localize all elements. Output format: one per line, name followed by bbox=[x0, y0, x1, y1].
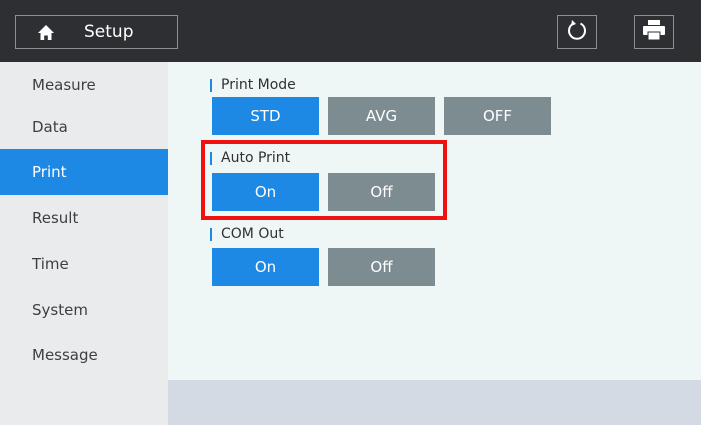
sidebar-item-result[interactable]: Result bbox=[0, 195, 168, 241]
sidebar-item-label: Measure bbox=[32, 76, 96, 94]
sidebar-item-system[interactable]: System bbox=[0, 287, 168, 333]
sidebar-item-time[interactable]: Time bbox=[0, 241, 168, 287]
button-label: OFF bbox=[482, 107, 513, 125]
print-mode-off-button[interactable]: OFF bbox=[444, 97, 551, 135]
button-label: On bbox=[254, 258, 277, 276]
com-out-label-text: COM Out bbox=[221, 226, 284, 242]
print-button[interactable] bbox=[634, 15, 674, 49]
sidebar-item-measure[interactable]: Measure bbox=[0, 62, 168, 108]
print-mode-label: Print Mode bbox=[210, 77, 296, 93]
button-label: Off bbox=[370, 258, 393, 276]
sidebar-item-label: Result bbox=[32, 209, 79, 227]
home-button[interactable]: Setup bbox=[15, 15, 178, 49]
print-mode-avg-button[interactable]: AVG bbox=[328, 97, 435, 135]
com-out-off-button[interactable]: Off bbox=[328, 248, 435, 286]
sidebar: Measure Data Print Result Time System Me… bbox=[0, 62, 168, 425]
section-marker bbox=[210, 227, 212, 241]
top-bar: Setup bbox=[0, 0, 701, 62]
home-icon bbox=[36, 22, 56, 42]
sidebar-item-label: Time bbox=[32, 255, 69, 273]
sidebar-item-print[interactable]: Print bbox=[0, 149, 168, 195]
sidebar-item-message[interactable]: Message bbox=[0, 332, 168, 378]
printer-icon bbox=[641, 19, 667, 45]
print-mode-label-text: Print Mode bbox=[221, 77, 296, 93]
button-label: STD bbox=[250, 107, 281, 125]
footer-bar bbox=[168, 380, 701, 425]
com-out-label: COM Out bbox=[210, 226, 284, 242]
refresh-button[interactable] bbox=[557, 15, 597, 49]
sidebar-item-label: Print bbox=[32, 163, 67, 181]
section-marker bbox=[210, 78, 212, 92]
page-title: Setup bbox=[84, 22, 134, 42]
com-out-on-button[interactable]: On bbox=[212, 248, 319, 286]
button-label: AVG bbox=[365, 107, 398, 125]
refresh-icon bbox=[566, 19, 588, 45]
print-mode-std-button[interactable]: STD bbox=[212, 97, 319, 135]
sidebar-item-label: Message bbox=[32, 346, 98, 364]
sidebar-item-label: Data bbox=[32, 118, 68, 136]
sidebar-item-data[interactable]: Data bbox=[0, 104, 168, 150]
auto-print-highlight-box bbox=[201, 140, 447, 220]
sidebar-item-label: System bbox=[32, 301, 88, 319]
